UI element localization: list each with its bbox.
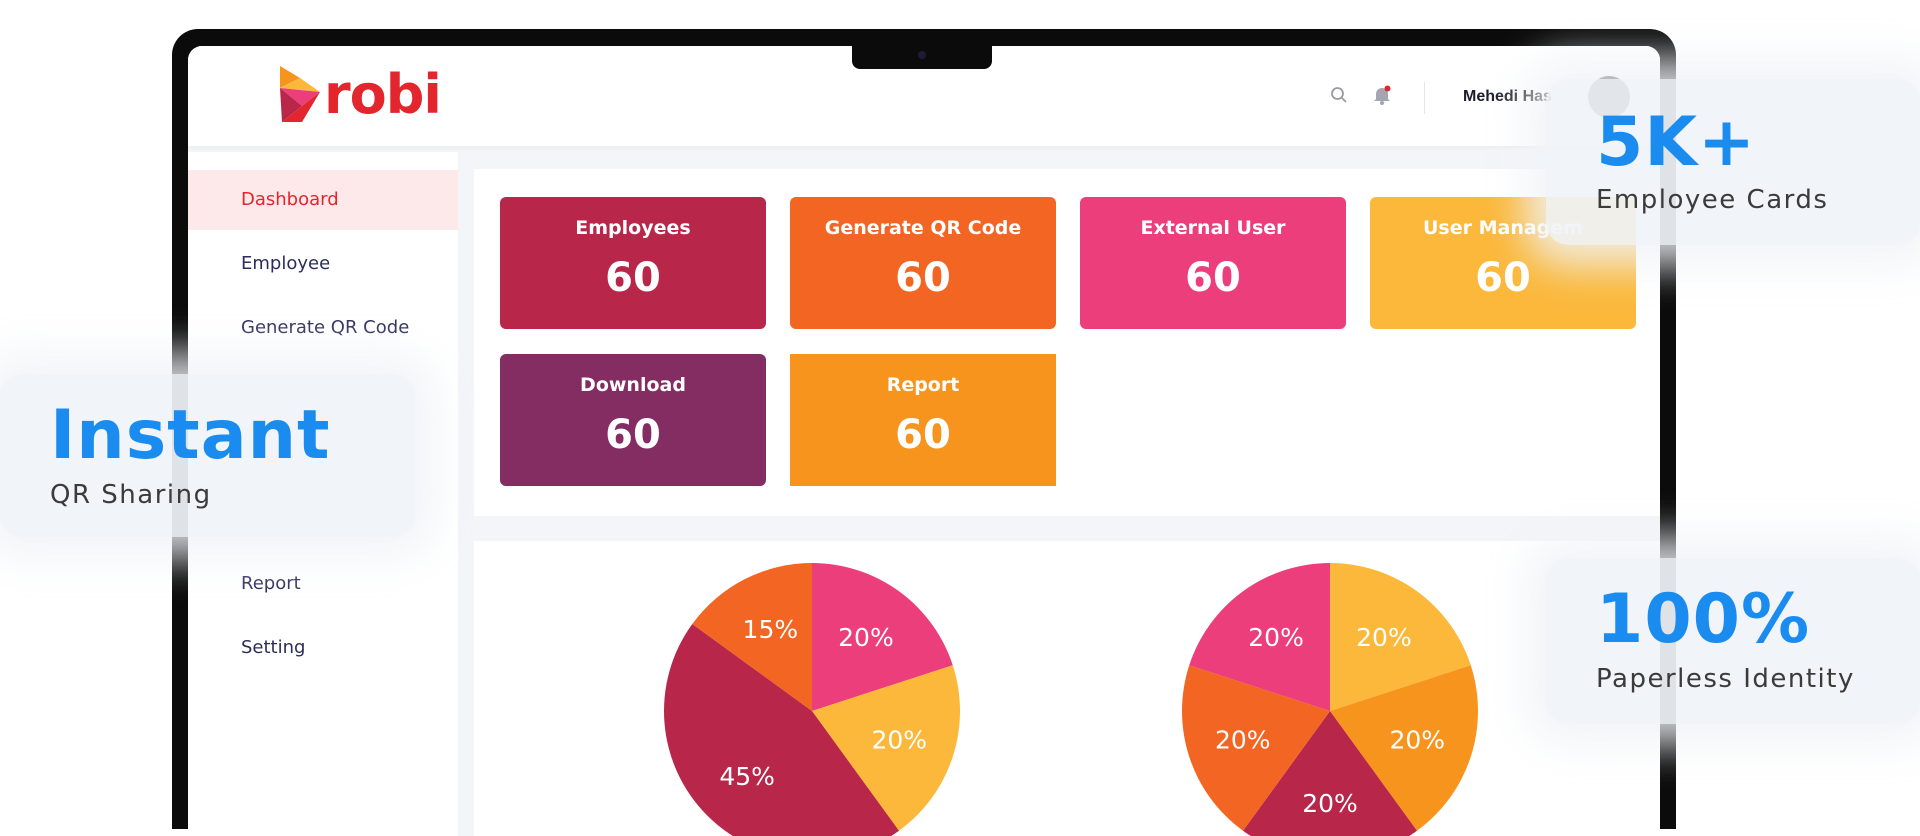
card-title: External User xyxy=(1140,217,1286,239)
card-title: Generate QR Code xyxy=(824,217,1022,239)
feature-badge-employee-cards: 5K+ Employee Cards xyxy=(1546,79,1920,245)
stat-card-generate-qr-code[interactable]: Generate QR Code 60 xyxy=(790,197,1056,329)
badge-headline: 5K+ xyxy=(1596,103,1756,182)
badge-caption: QR Sharing xyxy=(50,480,212,510)
card-value: 60 xyxy=(895,255,951,301)
pie-slice-label: 45% xyxy=(719,762,775,791)
badge-caption: Paperless Identity xyxy=(1596,664,1855,694)
card-value: 60 xyxy=(895,412,951,458)
sidebar-item-report[interactable]: Report xyxy=(188,554,458,614)
stat-card-download[interactable]: Download 60 xyxy=(500,354,766,486)
pie-slice-label: 20% xyxy=(1215,725,1271,754)
card-title: Download xyxy=(580,374,686,396)
sidebar-item-generate-qr-code[interactable]: Generate QR Code xyxy=(188,298,458,358)
charts-panel: 20% 20% 45% 15% 20% 20% 20% 20% 20% xyxy=(474,541,1660,836)
search-icon[interactable] xyxy=(1330,86,1348,109)
pie-slice-label: 20% xyxy=(1302,789,1358,818)
pie-slice-label: 20% xyxy=(1248,623,1304,652)
pie-chart-2: 20% 20% 20% 20% 20% xyxy=(1182,563,1478,836)
robi-logo-icon xyxy=(280,66,320,122)
pie-slice-label: 20% xyxy=(838,623,894,652)
card-value: 60 xyxy=(605,255,661,301)
card-value: 60 xyxy=(605,412,661,458)
user-name[interactable]: Mehedi Has xyxy=(1463,88,1552,106)
badge-caption: Employee Cards xyxy=(1596,185,1829,215)
brand-logo[interactable]: robi xyxy=(278,63,442,126)
card-value: 60 xyxy=(1475,255,1531,301)
stats-panel: Employees 60 Generate QR Code 60 Externa… xyxy=(474,169,1660,516)
badge-headline: 100% xyxy=(1596,580,1811,659)
sidebar-item-employee[interactable]: Employee xyxy=(188,234,458,294)
sidebar-item-dashboard[interactable]: Dashboard xyxy=(188,170,458,230)
header-divider xyxy=(1424,82,1425,114)
stat-card-external-user[interactable]: External User 60 xyxy=(1080,197,1346,329)
pie-chart-1: 20% 20% 45% 15% xyxy=(664,563,960,836)
bell-icon[interactable] xyxy=(1372,85,1392,110)
feature-badge-instant: Instant QR Sharing xyxy=(0,374,415,537)
card-title: Employees xyxy=(575,217,691,239)
pie-slice-label: 20% xyxy=(1389,725,1445,754)
sidebar-item-setting[interactable]: Setting xyxy=(188,618,458,678)
pie-slice-label: 20% xyxy=(1356,623,1412,652)
camera-icon xyxy=(918,51,926,59)
stat-card-employees[interactable]: Employees 60 xyxy=(500,197,766,329)
card-value: 60 xyxy=(1185,255,1241,301)
feature-badge-paperless: 100% Paperless Identity xyxy=(1546,558,1920,724)
brand-name: robi xyxy=(324,63,442,126)
badge-headline: Instant xyxy=(50,396,331,475)
camera-notch xyxy=(852,43,992,69)
stat-card-report[interactable]: Report 60 xyxy=(790,354,1056,486)
card-title: Report xyxy=(886,374,960,396)
pie-slice-label: 15% xyxy=(743,615,799,644)
pie-slice-label: 20% xyxy=(871,725,927,754)
